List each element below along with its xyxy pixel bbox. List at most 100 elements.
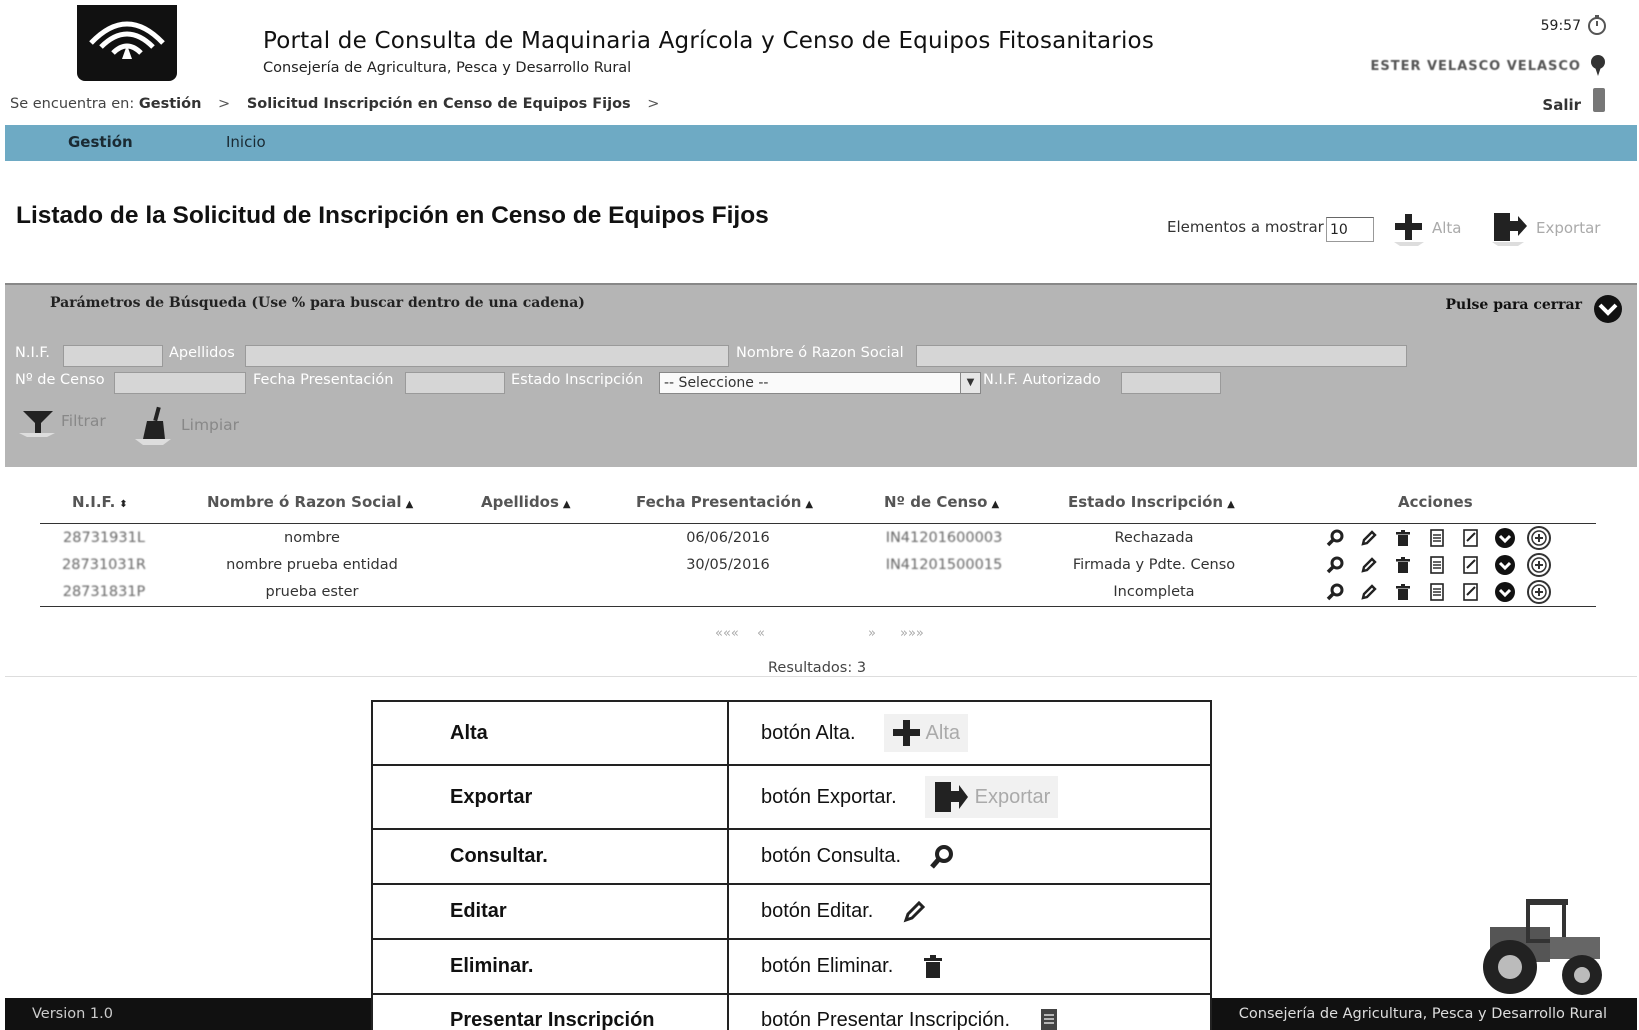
signed-document-icon[interactable] [1458, 526, 1484, 550]
portal-subtitle: Consejería de Agricultura, Pesca y Desar… [263, 60, 632, 76]
dropdown-arrow-icon[interactable]: ▼ [960, 373, 980, 393]
document-icon[interactable] [1424, 553, 1450, 577]
fecha-label: Fecha Presentación [253, 372, 394, 388]
legend-key: Presentar Inscripción [371, 993, 729, 1030]
stopwatch-icon [1588, 15, 1606, 35]
legend-desc: botón Eliminar. [761, 955, 894, 977]
add-circle-icon[interactable] [1526, 553, 1552, 577]
legend-key: Exportar [371, 764, 729, 830]
nif-autorizado-label: N.I.F. Autorizado [983, 372, 1101, 388]
legend-row: Eliminar. botón Eliminar. [371, 938, 1212, 995]
breadcrumb-separator: > [218, 96, 231, 112]
nav-item-gestion[interactable]: Gestión [68, 133, 133, 151]
nombre-input[interactable] [916, 345, 1407, 367]
trash-icon[interactable] [1390, 526, 1416, 550]
legend-key: Consultar. [371, 828, 729, 885]
legend-row: Consultar. botón Consulta. [371, 828, 1212, 885]
legend-desc: botón Consulta. [761, 845, 902, 867]
add-circle-icon[interactable] [1526, 526, 1552, 550]
legend-key: Alta [371, 700, 729, 766]
pager-first[interactable]: ««« [715, 626, 739, 641]
edit-icon[interactable] [1356, 526, 1382, 550]
cell-nombre: prueba ester [265, 584, 359, 600]
logout-link[interactable]: Salir [1542, 96, 1581, 114]
page-title: Listado de la Solicitud de Inscripción e… [16, 202, 769, 229]
search-title: Parámetros de Búsqueda (Use % para busca… [50, 295, 585, 311]
clear-button[interactable]: Limpiar [133, 405, 239, 445]
legend-desc: botón Editar. [761, 900, 874, 922]
version-label: Version 1.0 [32, 1006, 113, 1022]
cell-nombre: nombre prueba entidad [226, 557, 398, 573]
trash-icon [924, 954, 943, 978]
censo-input[interactable] [114, 372, 246, 394]
add-label: Alta [1432, 219, 1462, 237]
estado-select[interactable]: -- Seleccione -- ▼ [659, 372, 981, 394]
portal-title: Portal de Consulta de Maquinaria Agrícol… [263, 28, 1155, 54]
document-icon [1041, 1009, 1058, 1030]
table-top-border [40, 523, 1596, 524]
export-button[interactable]: Exportar [1490, 210, 1600, 246]
estado-selected-value: -- Seleccione -- [664, 375, 769, 391]
signed-document-icon[interactable] [1458, 553, 1484, 577]
add-button[interactable]: Alta [1392, 210, 1462, 246]
search-icon[interactable] [1322, 553, 1348, 577]
download-icon[interactable] [1492, 580, 1518, 604]
logout-door-icon[interactable] [1593, 88, 1605, 112]
pager-next[interactable]: » [868, 626, 876, 641]
export-label: Exportar [1536, 219, 1601, 237]
user-name: ESTER VELASCO VELASCO [1370, 59, 1581, 74]
pager-prev[interactable]: « [757, 626, 765, 641]
breadcrumb-item-gestion[interactable]: Gestión [139, 96, 202, 112]
filter-button[interactable]: Filtrar [17, 405, 106, 437]
breadcrumb-separator: > [647, 96, 660, 112]
breadcrumb-prefix: Se encuentra en: [10, 96, 135, 112]
th-apellidos[interactable]: Apellidos ▲ [481, 493, 571, 511]
edit-icon[interactable] [1356, 580, 1382, 604]
clear-label: Limpiar [181, 416, 240, 434]
edit-icon[interactable] [1356, 553, 1382, 577]
th-nif[interactable]: N.I.F. ⬍ [72, 493, 128, 511]
pager-last[interactable]: »»» [900, 626, 924, 641]
legend-key: Eliminar. [371, 938, 729, 995]
th-censo[interactable]: Nº de Censo ▲ [884, 493, 999, 511]
apellidos-label: Apellidos [169, 345, 235, 361]
cell-nombre: nombre [284, 530, 340, 546]
fecha-input[interactable] [405, 372, 505, 394]
breadcrumb: Se encuentra en: Gestión > Solicitud Ins… [10, 96, 671, 112]
buttons-legend-table: Alta botón Alta. Alta Exportar botón Exp… [371, 700, 1212, 1030]
broom-icon [135, 406, 171, 445]
chevron-down-circle-icon[interactable] [1593, 294, 1623, 324]
document-icon[interactable] [1424, 580, 1450, 604]
th-estado[interactable]: Estado Inscripción ▲ [1068, 493, 1235, 511]
tractor-icon [1483, 899, 1602, 995]
cell-estado: Incompleta [1113, 584, 1195, 600]
nav-item-inicio[interactable]: Inicio [226, 133, 266, 151]
nombre-label: Nombre ó Razon Social [736, 345, 904, 361]
session-clock: 59:57 [1540, 18, 1581, 34]
results-count: Resultados: 3 [768, 660, 867, 676]
elements-per-page-input[interactable] [1326, 217, 1374, 242]
th-fecha[interactable]: Fecha Presentación ▲ [636, 493, 813, 511]
search-icon[interactable] [1322, 526, 1348, 550]
search-icon [930, 844, 954, 869]
document-icon[interactable] [1424, 526, 1450, 550]
nif-input[interactable] [63, 345, 163, 367]
add-circle-icon[interactable] [1526, 580, 1552, 604]
close-search-label[interactable]: Pulse para cerrar [1446, 297, 1583, 313]
main-nav: Gestión Inicio [5, 125, 1637, 161]
legend-desc: botón Alta. [761, 721, 856, 744]
signed-document-icon[interactable] [1458, 580, 1484, 604]
row-actions [1322, 580, 1552, 604]
download-icon[interactable] [1492, 553, 1518, 577]
trash-icon[interactable] [1390, 553, 1416, 577]
nif-autorizado-input[interactable] [1121, 372, 1221, 394]
row-actions [1322, 553, 1552, 577]
apellidos-input[interactable] [245, 345, 729, 367]
plus-icon [892, 720, 920, 746]
row-actions [1322, 526, 1552, 550]
search-icon[interactable] [1322, 580, 1348, 604]
breadcrumb-item-solicitud[interactable]: Solicitud Inscripción en Censo de Equipo… [247, 96, 631, 112]
trash-icon[interactable] [1390, 580, 1416, 604]
th-nombre[interactable]: Nombre ó Razon Social ▲ [207, 493, 413, 511]
download-icon[interactable] [1492, 526, 1518, 550]
